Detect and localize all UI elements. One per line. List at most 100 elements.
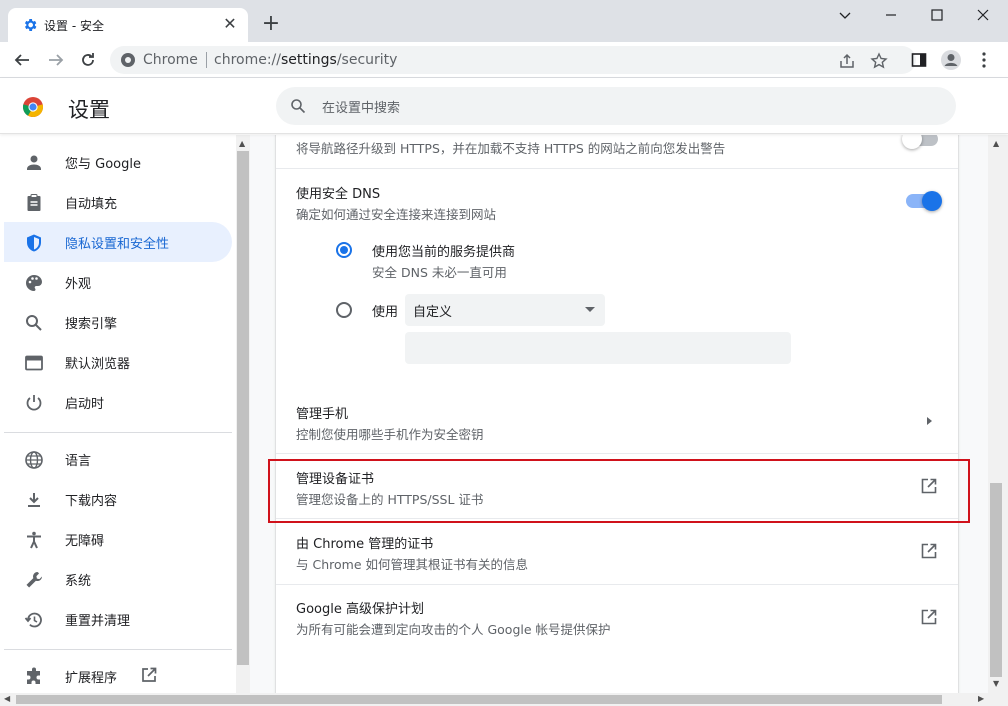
row-divider (276, 453, 958, 454)
sidebar-item-system[interactable]: 系统 (4, 559, 232, 599)
menu-button[interactable] (970, 46, 998, 74)
highlight-box (268, 459, 970, 523)
row-divider (276, 584, 958, 585)
clipboard-icon (27, 194, 41, 211)
search-placeholder: 在设置中搜索 (322, 101, 401, 116)
settings-search-input[interactable]: 在设置中搜索 (276, 87, 956, 125)
tab-title: 设置 - 安全 (44, 19, 104, 33)
omnibox-separator (206, 52, 207, 68)
more-vert-icon (982, 52, 986, 68)
dns-provider-current-radio[interactable] (336, 242, 352, 258)
bookmark-star-icon[interactable] (870, 52, 888, 70)
chrome-logo-icon (22, 97, 44, 118)
sidebar-item-autofill[interactable]: 自动填充 (4, 182, 232, 222)
horizontal-scrollbar[interactable]: ◀ ▶ (0, 693, 1008, 706)
person-icon (27, 155, 41, 170)
sidebar-item-label: 重置并清理 (65, 614, 131, 629)
sidebar-item-search-engine[interactable]: 搜索引擎 (4, 302, 232, 342)
scroll-up-arrow-icon[interactable]: ▲ (239, 139, 245, 148)
search-icon (26, 315, 42, 331)
dns-option-custom-label: 使用 (372, 305, 399, 320)
window-close-button[interactable] (960, 0, 1006, 30)
sidebar-item-you-and-google[interactable]: 您与 Google (4, 142, 232, 182)
side-panel-button[interactable] (905, 46, 933, 74)
manage-phones-title: 管理手机 (296, 407, 349, 422)
power-icon (26, 395, 42, 411)
sidebar-item-appearance[interactable]: 外观 (4, 262, 232, 302)
globe-icon (25, 451, 43, 469)
new-tab-button[interactable]: + (258, 12, 284, 38)
back-button[interactable] (8, 46, 36, 74)
site-name: Chrome (143, 52, 198, 68)
dns-provider-select[interactable]: 自定义 (405, 294, 605, 326)
chrome-certs-title: 由 Chrome 管理的证书 (296, 537, 434, 552)
secure-dns-desc: 确定如何通过安全连接来连接到网站 (296, 207, 497, 222)
browser-icon (25, 355, 43, 371)
sidebar-item-label: 系统 (65, 574, 92, 589)
puzzle-icon (27, 667, 40, 684)
tab-settings-security[interactable]: 设置 - 安全 ✕ (8, 8, 248, 42)
dns-provider-select-value: 自定义 (413, 305, 453, 320)
gear-icon (24, 19, 37, 31)
scroll-left-arrow-icon[interactable]: ◀ (4, 694, 10, 703)
chrome-certs-desc: 与 Chrome 如何管理其根证书有关的信息 (296, 557, 528, 572)
sidebar-item-default-browser[interactable]: 默认浏览器 (4, 342, 232, 382)
open-in-new-icon (142, 667, 157, 682)
sidebar-scrollbar[interactable]: ▲ (236, 135, 250, 693)
accessibility-icon (27, 531, 41, 549)
address-bar[interactable]: Chrome chrome://settings/security (110, 46, 916, 74)
palette-icon (26, 275, 42, 291)
minimize-icon (886, 14, 896, 16)
advanced-protection-desc: 为所有可能会遭到定向攻击的个人 Google 帐号提供保护 (296, 622, 611, 637)
open-in-new-icon[interactable] (920, 608, 938, 626)
tab-search-button[interactable] (822, 0, 868, 30)
scroll-down-arrow-icon[interactable]: ▼ (993, 679, 999, 688)
reload-button[interactable] (74, 46, 102, 74)
tab-close-icon[interactable]: ✕ (220, 14, 240, 34)
main-scrollbar[interactable]: ▲ ▼ (988, 135, 1008, 693)
sidebar-item-reset[interactable]: 重置并清理 (4, 599, 232, 639)
toolbar: Chrome chrome://settings/security (0, 42, 1008, 78)
forward-button[interactable] (42, 46, 70, 74)
close-icon (977, 9, 989, 21)
sidebar-item-languages[interactable]: 语言 (4, 439, 232, 479)
sidebar-scrollbar-thumb[interactable] (237, 151, 249, 665)
page-title: 设置 (68, 98, 110, 122)
scroll-up-arrow-icon[interactable]: ▲ (993, 139, 999, 148)
minimize-button[interactable] (868, 0, 914, 30)
sidebar-item-privacy-security[interactable]: 隐私设置和安全性 (4, 222, 232, 262)
maximize-button[interactable] (914, 0, 960, 30)
wrench-icon (26, 572, 42, 588)
row-divider (276, 168, 958, 169)
dropdown-caret-icon (585, 307, 595, 312)
search-icon (291, 99, 306, 114)
manage-phones-desc: 控制您使用哪些手机作为安全密钥 (296, 427, 484, 442)
url-path: /security (336, 52, 398, 68)
secure-dns-toggle[interactable] (906, 191, 942, 211)
security-card: 将导航路径升级到 HTTPS，并在加载不支持 HTTPS 的网站之前向您发出警告… (276, 135, 958, 693)
sidebar-item-accessibility[interactable]: 无障碍 (4, 519, 232, 559)
sidebar-divider (4, 432, 232, 433)
sidebar-item-extensions[interactable]: 扩展程序 (4, 656, 232, 693)
https-first-toggle[interactable] (902, 135, 938, 149)
shield-icon (27, 234, 41, 252)
scroll-right-arrow-icon[interactable]: ▶ (978, 694, 984, 703)
main-scrollbar-thumb[interactable] (990, 483, 1002, 677)
sidebar-item-label: 无障碍 (65, 534, 105, 549)
sidebar: 您与 Google 自动填充 隐私设置和安全性 外观 搜索引擎 默认浏览器 启动… (0, 135, 236, 693)
https-first-desc: 将导航路径升级到 HTTPS，并在加载不支持 HTTPS 的网站之前向您发出警告 (296, 141, 726, 156)
share-icon[interactable] (838, 52, 856, 70)
sidebar-item-label: 自动填充 (65, 197, 118, 212)
sidebar-item-on-startup[interactable]: 启动时 (4, 382, 232, 422)
dns-provider-custom-radio[interactable] (336, 302, 352, 318)
url-host: settings (281, 52, 337, 68)
toggle-knob (922, 191, 942, 211)
download-icon (28, 493, 40, 507)
open-in-new-icon[interactable] (920, 542, 938, 560)
advanced-protection-title: Google 高级保护计划 (296, 602, 424, 617)
chevron-right-icon[interactable] (920, 412, 938, 430)
horizontal-scrollbar-thumb[interactable] (16, 695, 942, 704)
profile-button[interactable] (937, 46, 965, 74)
sidebar-item-downloads[interactable]: 下载内容 (4, 479, 232, 519)
custom-dns-input[interactable] (405, 332, 791, 364)
